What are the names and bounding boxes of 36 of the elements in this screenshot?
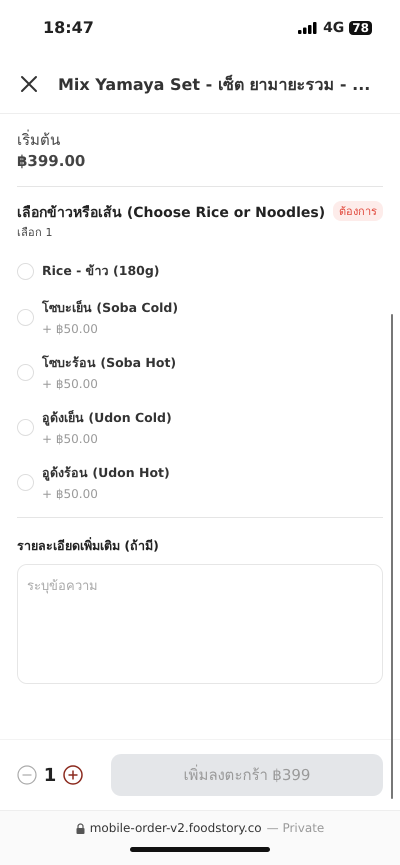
close-icon	[20, 75, 38, 93]
radio-button[interactable]	[17, 418, 34, 436]
url-text[interactable]: mobile-order-v2.foodstory.co	[90, 821, 262, 835]
radio-button[interactable]	[17, 308, 34, 326]
radio-button[interactable]	[17, 262, 34, 280]
required-badge: ต้องการ	[333, 201, 383, 221]
group-title: เลือกข้าวหรือเส้น (Choose Rice or Noodles)	[17, 204, 326, 223]
battery-indicator: 78	[349, 20, 372, 34]
increase-button[interactable]	[63, 765, 83, 785]
option-price: + ฿50.00	[42, 322, 99, 336]
note-field[interactable]: ระบุข้อความ	[17, 564, 383, 684]
option-label: โซบะเย็น (Soba Cold)	[42, 299, 178, 317]
note-label: รายละเอียดเพิ่มเติม (ถ้ามี)	[17, 536, 160, 555]
option-label: โซบะร้อน (Soba Hot)	[42, 354, 176, 372]
option-price: + ฿50.00	[42, 487, 99, 501]
option-price: + ฿50.00	[42, 377, 99, 391]
option-label: อูด้งเย็น (Udon Cold)	[42, 409, 172, 428]
signal-icon	[298, 22, 318, 34]
page-title: Mix Yamaya Set - เซ็ต ยามายะรวม - ...	[58, 74, 370, 96]
plus-icon	[63, 765, 83, 785]
price-label: เริ่มต้น	[17, 128, 61, 151]
close-button[interactable]	[18, 73, 40, 95]
quantity-value: 1	[43, 764, 57, 786]
minus-icon	[17, 765, 37, 785]
private-label: — Private	[266, 821, 324, 835]
option-price: + ฿50.00	[42, 432, 99, 446]
radio-button[interactable]	[17, 474, 34, 490]
option-label: Rice - ข้าว (180g)	[42, 262, 160, 280]
price-value: ฿399.00	[17, 152, 86, 170]
radio-button[interactable]	[17, 364, 34, 380]
option-label: อูด้งร้อน (Udon Hot)	[42, 464, 170, 483]
decrease-button[interactable]	[17, 765, 37, 785]
status-time: 18:47	[43, 18, 94, 37]
network-label: 4G	[323, 20, 344, 36]
group-hint: เลือก 1	[17, 225, 54, 241]
lock-icon	[76, 822, 85, 834]
